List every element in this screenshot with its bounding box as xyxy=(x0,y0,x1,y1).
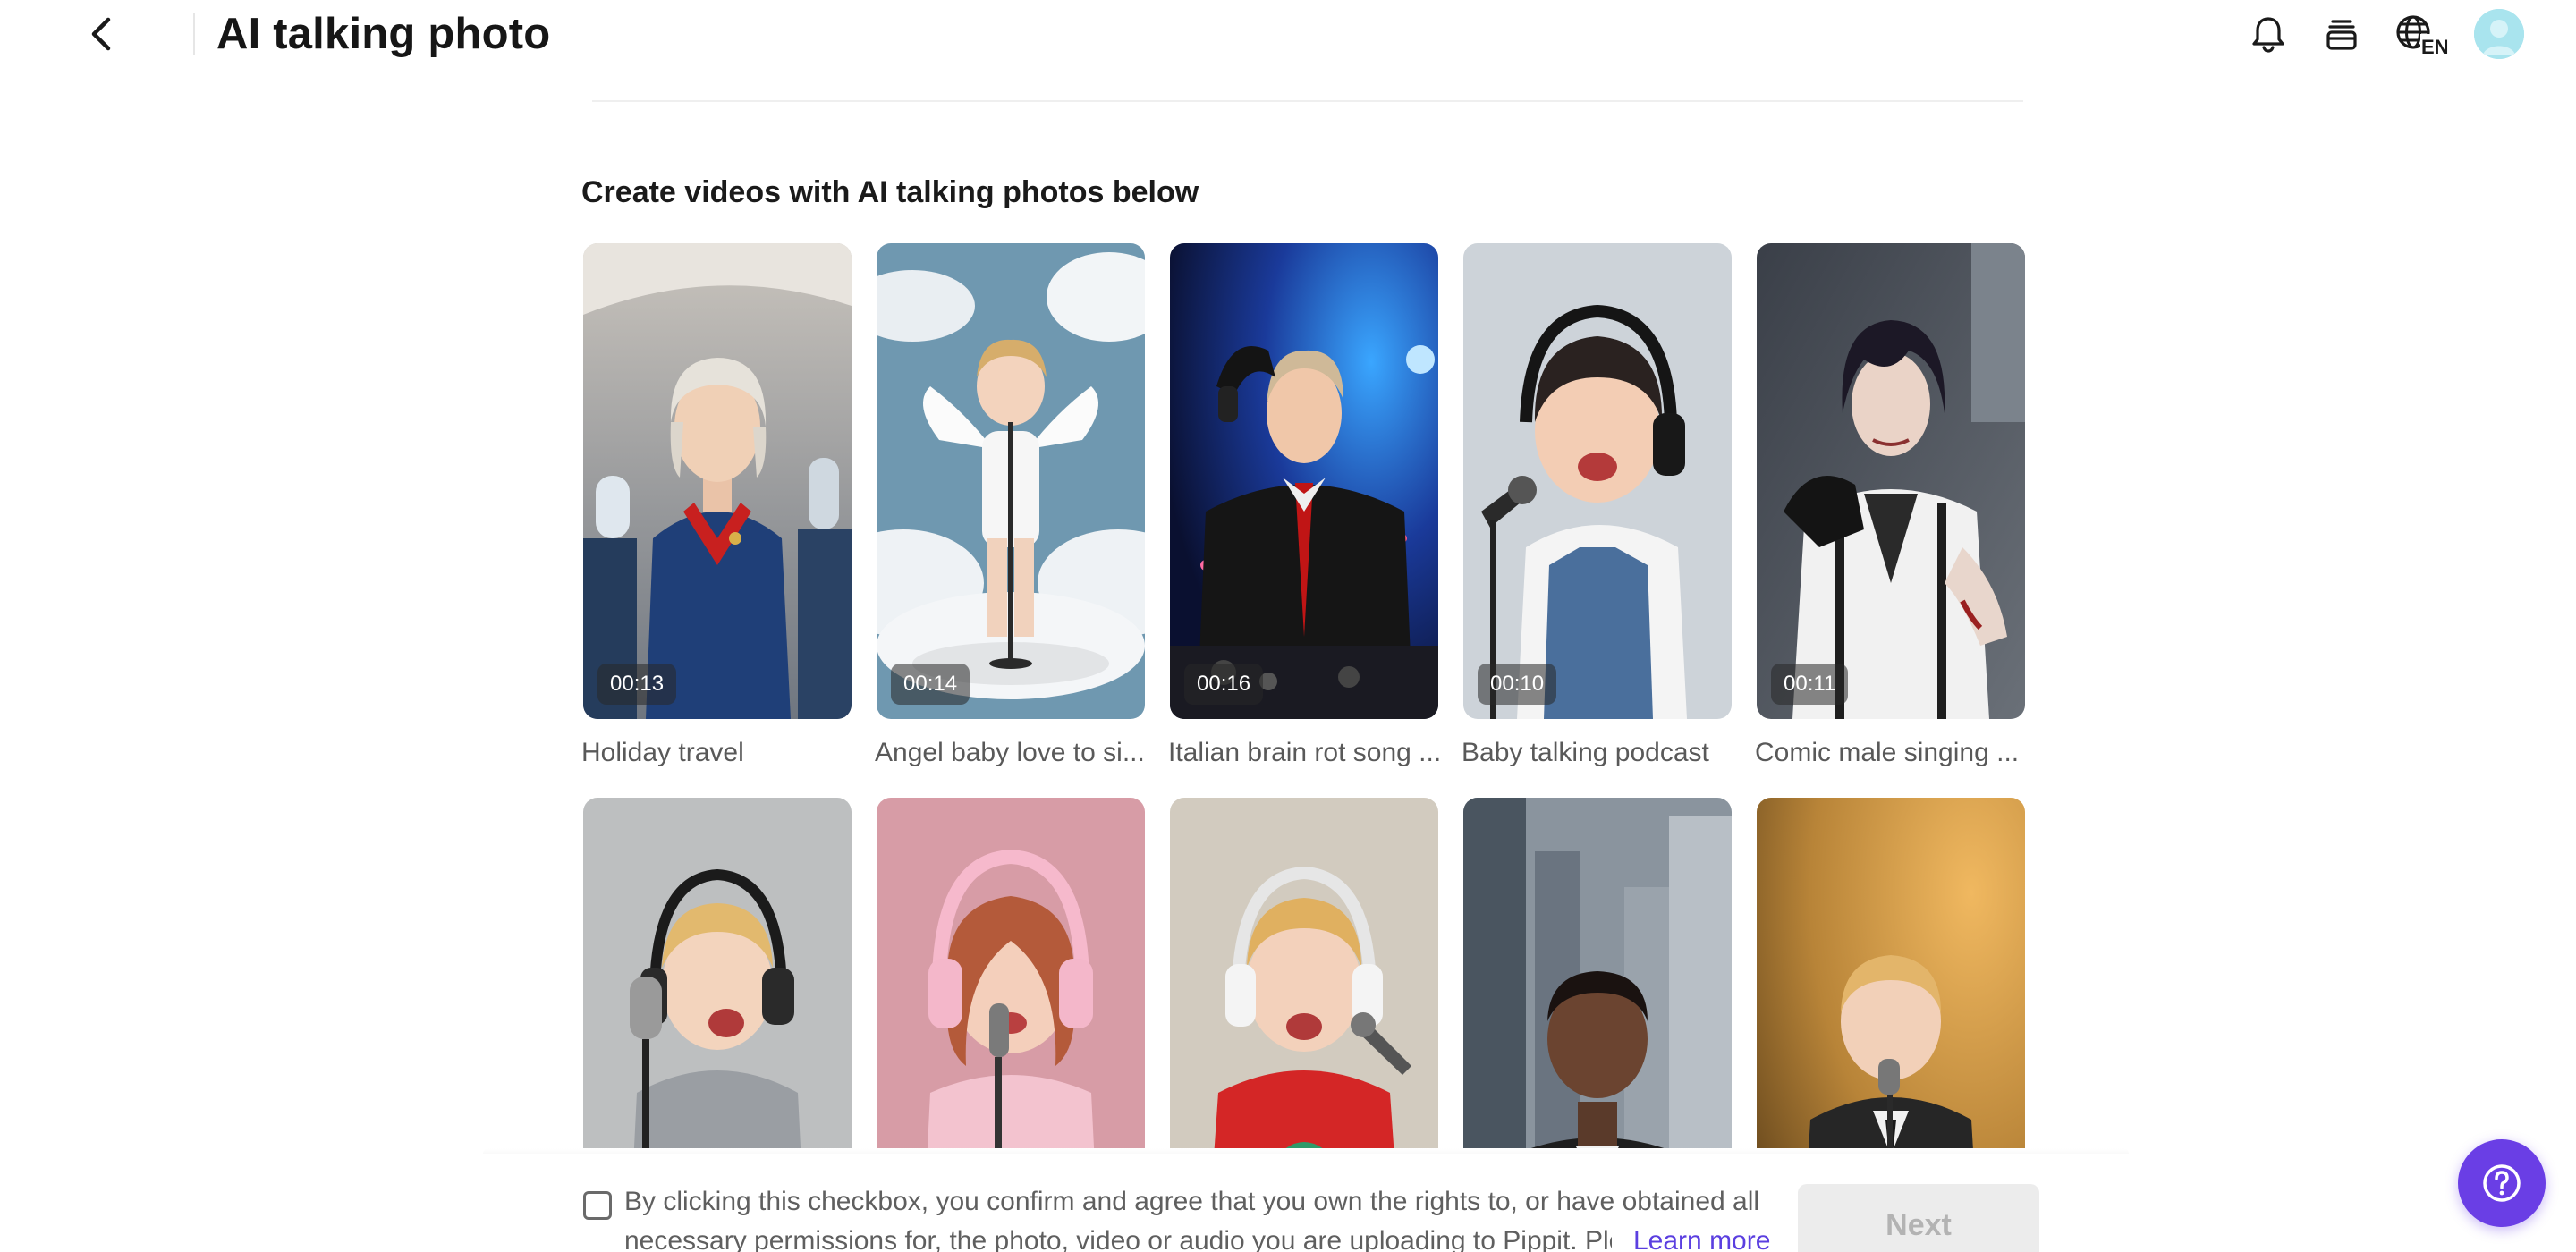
template-thumbnail: 00:11 xyxy=(1757,243,2025,719)
back-button[interactable] xyxy=(80,13,123,55)
next-button[interactable]: Next xyxy=(1798,1184,2039,1252)
template-thumbnail xyxy=(1463,798,1732,1148)
user-avatar[interactable] xyxy=(2474,9,2524,59)
template-thumbnail: 00:10 xyxy=(1463,243,1732,719)
chevron-left-icon xyxy=(91,17,111,51)
video-duration: 00:11 xyxy=(1771,664,1849,705)
video-duration: 00:14 xyxy=(891,664,970,705)
help-icon xyxy=(2483,1164,2521,1202)
video-duration: 00:16 xyxy=(1184,664,1264,705)
template-thumbnail: 00:14 xyxy=(877,243,1145,719)
template-thumbnail xyxy=(583,798,852,1148)
globe-icon: EN xyxy=(2396,15,2451,55)
language-code: EN xyxy=(2421,36,2449,55)
consent-line: By clicking this checkbox, you confirm a… xyxy=(624,1187,1760,1216)
divider-line xyxy=(592,100,2023,102)
template-title: Comic male singing ... xyxy=(1755,738,2020,767)
consent-line: necessary permissions for, the photo, vi… xyxy=(624,1226,1612,1252)
notifications-button[interactable] xyxy=(2247,13,2290,55)
header-divider xyxy=(193,13,195,55)
template-title: Holiday travel xyxy=(581,738,744,767)
page-title: AI talking photo xyxy=(216,10,551,58)
header-bar: AI talking photo EN xyxy=(0,0,2576,72)
learn-more-link[interactable]: Learn more xyxy=(1633,1222,1770,1252)
template-thumbnail xyxy=(877,798,1145,1148)
template-thumbnail xyxy=(1757,798,2025,1148)
template-thumbnail: 00:16 xyxy=(1170,243,1438,719)
template-title: Baby talking podcast xyxy=(1462,738,1709,767)
avatar-person-icon xyxy=(2474,9,2524,59)
language-button[interactable]: EN xyxy=(2394,13,2453,55)
template-title: Angel baby love to si... xyxy=(875,738,1145,767)
template-title: Italian brain rot song ... xyxy=(1168,738,1442,767)
consent-text: By clicking this checkbox, you confirm a… xyxy=(624,1182,1771,1252)
template-thumbnail: 00:13 xyxy=(583,243,852,719)
help-button[interactable] xyxy=(2458,1139,2546,1227)
section-title: Create videos with AI talking photos bel… xyxy=(581,175,1199,209)
video-duration: 00:13 xyxy=(597,664,677,705)
consent-checkbox[interactable] xyxy=(583,1191,612,1220)
template-grid: 00:13 Holiday travel 00:14 Angel baby lo… xyxy=(581,241,2039,1148)
bell-icon xyxy=(2252,17,2284,53)
assets-button[interactable] xyxy=(2320,13,2363,55)
layers-icon xyxy=(2326,20,2357,50)
video-duration: 00:10 xyxy=(1478,664,1557,705)
template-thumbnail xyxy=(1170,798,1438,1148)
